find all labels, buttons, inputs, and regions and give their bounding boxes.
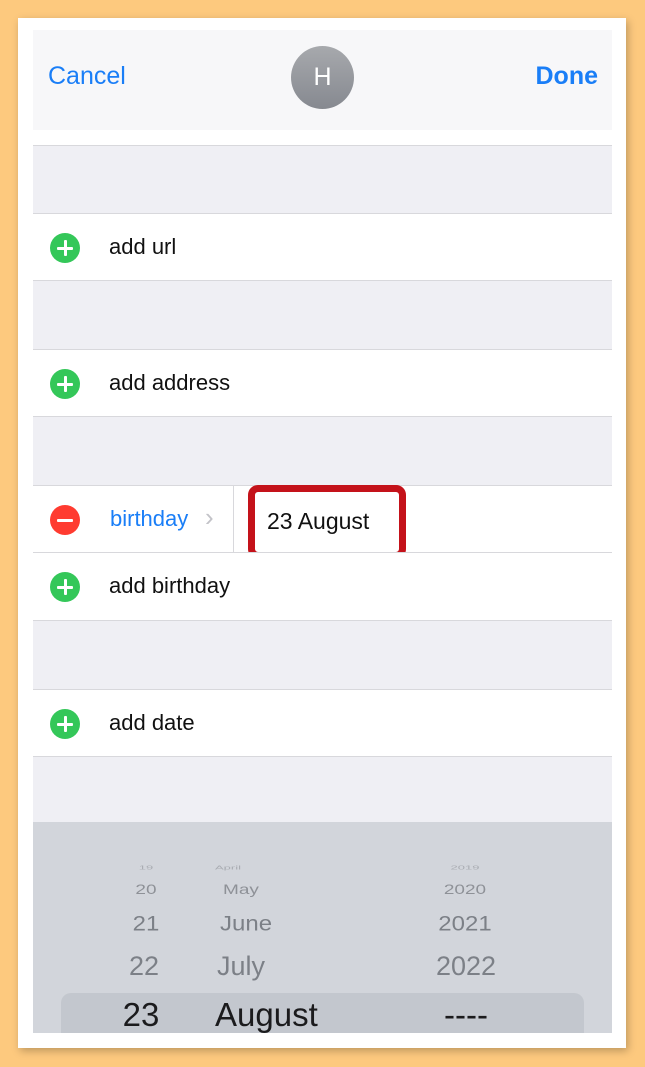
field-divider	[233, 486, 234, 552]
month-option[interactable]: June	[220, 911, 340, 936]
add-address-label: add address	[109, 370, 231, 395]
plus-circle-icon[interactable]	[50, 233, 80, 263]
cancel-button[interactable]: Cancel	[48, 62, 126, 91]
birthday-type-label[interactable]: birthday	[110, 506, 188, 532]
minus-circle-icon[interactable]	[50, 505, 80, 535]
navigation-bar: Cancel H Done	[33, 30, 612, 130]
chevron-right-icon[interactable]: ›	[205, 502, 214, 533]
plus-circle-icon[interactable]	[50, 369, 80, 399]
month-selected[interactable]: August	[215, 996, 355, 1033]
date-picker[interactable]: 19 20 21 22 23 April May June July Augus…	[33, 822, 612, 1033]
month-option[interactable]: April	[215, 864, 315, 871]
day-option[interactable]: 20	[128, 882, 164, 899]
edit-contact-screen: Cancel H Done add url add address birthd…	[33, 30, 612, 1033]
day-option[interactable]: 22	[121, 951, 167, 982]
birthday-value: 23 August	[267, 508, 370, 534]
add-url-label: add url	[109, 234, 177, 259]
add-birthday-label: add birthday	[109, 573, 231, 598]
add-date-row[interactable]: add date	[33, 689, 612, 757]
done-button[interactable]: Done	[536, 62, 599, 91]
add-birthday-row[interactable]: add birthday	[33, 553, 612, 621]
year-option[interactable]: 2019	[425, 864, 505, 871]
navbar-bottom-strip	[33, 130, 612, 145]
year-option[interactable]: 2022	[411, 951, 521, 982]
add-date-label: add date	[109, 710, 195, 735]
plus-circle-icon[interactable]	[50, 572, 80, 602]
birthday-value-field[interactable]: 23 August	[248, 485, 406, 559]
month-option[interactable]: July	[217, 951, 337, 982]
plus-circle-icon[interactable]	[50, 709, 80, 739]
add-address-row[interactable]: add address	[33, 349, 612, 417]
avatar-initial: H	[313, 63, 332, 91]
month-option[interactable]: May	[223, 882, 323, 899]
contact-avatar[interactable]: H	[291, 46, 354, 109]
day-selected[interactable]: 23	[115, 996, 167, 1033]
section-spacer	[33, 145, 612, 213]
day-option[interactable]: 19	[131, 864, 161, 871]
year-option[interactable]: 2020	[420, 882, 510, 899]
day-option[interactable]: 21	[125, 911, 167, 936]
birthday-row: birthday › 23 August	[33, 485, 612, 559]
add-url-row[interactable]: add url	[33, 213, 612, 281]
year-selected[interactable]: ----	[411, 996, 521, 1033]
year-option[interactable]: 2021	[415, 911, 515, 936]
